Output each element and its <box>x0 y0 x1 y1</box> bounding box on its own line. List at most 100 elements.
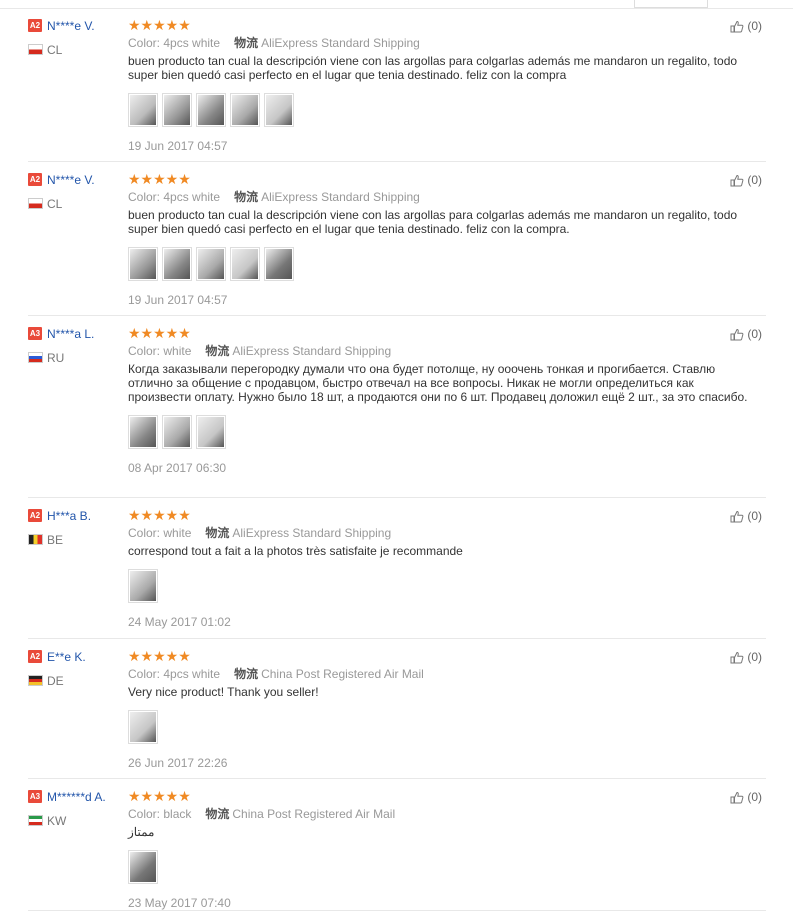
order-info: Color: 4pcs white 物流 AliExpress Standard S… <box>128 36 728 51</box>
order-info: Color: black 物流 China Post Registered Air … <box>128 807 728 822</box>
helpful-button[interactable]: (0) <box>730 509 762 523</box>
review-photo-thumbnail[interactable] <box>162 93 192 127</box>
helpful-button[interactable]: (0) <box>730 327 762 341</box>
star-rating: ★★★★★ <box>128 507 191 523</box>
thumbs-up-icon <box>730 328 744 341</box>
member-level-badge: A2 <box>28 509 42 523</box>
country-code: BE <box>47 532 64 547</box>
review-content: ★★★★★ Color: 4pcs white 物流 AliExpress Stand… <box>128 171 737 307</box>
shipping-method: AliExpress Standard Shipping <box>261 36 420 50</box>
review-photo-thumbnail[interactable] <box>230 93 260 127</box>
color-label: Color: <box>128 526 161 540</box>
star-rating: ★★★★★ <box>128 17 191 33</box>
color-value: 4pcs white <box>163 36 221 50</box>
thumbs-up-icon <box>730 651 744 664</box>
country-flag-icon <box>28 352 43 364</box>
reviewer-info: A3 N****a L. RU <box>28 325 126 365</box>
helpful-count: (0) <box>747 173 762 187</box>
color-value: white <box>163 526 192 540</box>
reviewer-name[interactable]: N****e V. <box>47 19 95 33</box>
helpful-button[interactable]: (0) <box>730 790 762 804</box>
member-level-badge: A2 <box>28 19 42 33</box>
reviewer-name[interactable]: N****e V. <box>47 173 95 187</box>
review-photos <box>128 247 728 285</box>
shipping-method: China Post Registered Air Mail <box>261 667 424 681</box>
color-label: Color: <box>128 36 161 50</box>
order-info: Color: 4pcs white 物流 AliExpress Standard S… <box>128 190 728 205</box>
review-photo-thumbnail[interactable] <box>196 415 226 449</box>
review-photo-thumbnail[interactable] <box>128 710 158 744</box>
review-content: ★★★★★ Color: white 物流 AliExpress Standard S… <box>128 507 728 629</box>
review-photo-thumbnail[interactable] <box>128 569 158 603</box>
sort-dropdown-stub[interactable] <box>634 0 708 8</box>
thumbs-up-icon <box>730 20 744 33</box>
color-label: Color: <box>128 807 161 821</box>
order-info: Color: white 物流 AliExpress Standard Shippi… <box>128 344 728 359</box>
color-label: Color: <box>128 344 161 358</box>
review-text: buen producto tan cual la descripción vi… <box>128 208 738 236</box>
reviewer-info: A2 H***a B. BE <box>28 507 126 547</box>
helpful-button[interactable]: (0) <box>730 173 762 187</box>
helpful-count: (0) <box>747 327 762 341</box>
country-flag-icon <box>28 198 43 210</box>
review-photo-thumbnail[interactable] <box>162 415 192 449</box>
member-level-badge: A3 <box>28 790 42 804</box>
star-rating: ★★★★★ <box>128 648 191 664</box>
review-photo-thumbnail[interactable] <box>264 247 294 281</box>
color-value: white <box>163 344 192 358</box>
shipping-method: AliExpress Standard Shipping <box>232 526 392 540</box>
reviewer-name[interactable]: E**e K. <box>47 650 86 664</box>
helpful-button[interactable]: (0) <box>730 19 762 33</box>
shipping-method: AliExpress Standard Shipping <box>232 344 392 358</box>
review-photo-thumbnail[interactable] <box>264 93 294 127</box>
review-photo-thumbnail[interactable] <box>230 247 260 281</box>
country-flag-icon <box>28 815 43 827</box>
review-photo-thumbnail[interactable] <box>128 415 158 449</box>
shipping-method: AliExpress Standard Shipping <box>261 190 420 204</box>
review-photo-thumbnail[interactable] <box>128 247 158 281</box>
member-level-badge: A2 <box>28 173 42 187</box>
thumbs-up-icon <box>730 510 744 523</box>
country-code: CL <box>47 42 63 57</box>
review-text: ممتاز <box>128 825 155 839</box>
review-photo-thumbnail[interactable] <box>162 247 192 281</box>
review-text: Very nice product! Thank you seller! <box>128 685 319 699</box>
country-code: RU <box>47 350 65 365</box>
order-info: Color: 4pcs white 物流 China Post Registered… <box>128 667 728 682</box>
review-content: ★★★★★ Color: 4pcs white 物流 AliExpress Stand… <box>128 17 737 153</box>
reviewer-name[interactable]: H***a B. <box>47 509 91 523</box>
review-content: ★★★★★ Color: 4pcs white 物流 China Post Regis… <box>128 648 728 770</box>
shipping-method: China Post Registered Air Mail <box>232 807 396 821</box>
shipping-label: 物流 <box>234 667 259 681</box>
review-item: A3 N****a L. RU ★★★★★ Color: white 物流 AliExpre… <box>28 317 766 498</box>
review-date: 08 Apr 2017 06:30 <box>128 461 227 475</box>
review-date: 23 May 2017 07:40 <box>128 896 231 910</box>
review-photo-thumbnail[interactable] <box>128 93 158 127</box>
helpful-count: (0) <box>747 19 762 33</box>
review-photo-thumbnail[interactable] <box>128 850 158 884</box>
color-value: black <box>163 807 192 821</box>
reviewer-name[interactable]: M******d A. <box>47 790 106 804</box>
review-photo-thumbnail[interactable] <box>196 247 226 281</box>
color-value: 4pcs white <box>163 667 221 681</box>
review-item: A3 M******d A. KW ★★★★★ Color: black 物流 China … <box>28 780 766 911</box>
thumbs-up-icon <box>730 174 744 187</box>
review-photos <box>128 710 728 748</box>
review-item: A2 N****e V. CL ★★★★★ Color: 4pcs white 物流 Ali… <box>28 9 766 162</box>
shipping-label: 物流 <box>234 36 259 50</box>
helpful-button[interactable]: (0) <box>730 650 762 664</box>
review-date: 19 Jun 2017 04:57 <box>128 293 228 307</box>
review-date: 26 Jun 2017 22:26 <box>128 756 228 770</box>
shipping-label: 物流 <box>234 190 259 204</box>
member-level-badge: A2 <box>28 650 42 664</box>
review-photo-thumbnail[interactable] <box>196 93 226 127</box>
star-rating: ★★★★★ <box>128 171 191 187</box>
review-item: A2 N****e V. CL ★★★★★ Color: 4pcs white 物流 Ali… <box>28 163 766 316</box>
star-rating: ★★★★★ <box>128 788 191 804</box>
helpful-count: (0) <box>747 790 762 804</box>
review-content: ★★★★★ Color: white 物流 AliExpress Standard S… <box>128 325 747 475</box>
reviewer-name[interactable]: N****a L. <box>47 327 94 341</box>
order-info: Color: white 物流 AliExpress Standard Shippi… <box>128 526 728 541</box>
review-text: Когда заказывали перегородку думали что … <box>128 362 748 404</box>
country-code: DE <box>47 673 64 688</box>
